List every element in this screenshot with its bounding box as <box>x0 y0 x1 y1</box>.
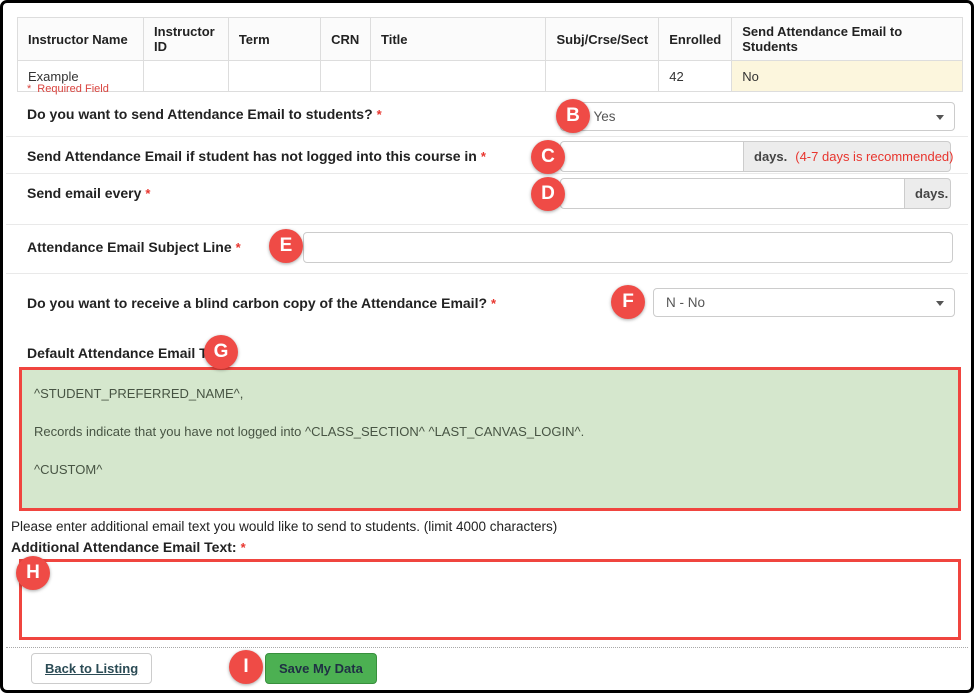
required-asterisk: * <box>481 149 486 164</box>
default-email-text-label: Default Attendance Email Text: <box>27 345 232 361</box>
not-logged-in-days-addon: days. (4-7 days is recommended) <box>744 141 951 172</box>
annotation-marker-g: G <box>204 335 238 369</box>
annotation-marker-e: E <box>269 229 303 263</box>
send-email-select[interactable]: Y - Yes <box>560 102 955 131</box>
cell-send-attendance-email: No <box>732 61 963 92</box>
attendance-email-settings-page: Instructor Name Instructor ID Term CRN T… <box>0 0 974 693</box>
cell-instructor-id <box>144 61 229 92</box>
back-to-listing-button[interactable]: Back to Listing <box>31 653 152 684</box>
divider <box>6 224 968 225</box>
cell-enrolled: 42 <box>659 61 732 92</box>
cell-crn <box>321 61 371 92</box>
divider <box>6 136 968 137</box>
chevron-down-icon <box>936 301 944 306</box>
table-row: Example 42 No <box>18 61 963 92</box>
default-email-text-box: ^STUDENT_PREFERRED_NAME^, Records indica… <box>19 367 961 511</box>
required-asterisk: * <box>491 296 496 311</box>
column-header-term: Term <box>228 18 320 61</box>
additional-text-help: Please enter additional email text you w… <box>11 519 557 534</box>
chevron-down-icon <box>936 115 944 120</box>
column-header-enrolled: Enrolled <box>659 18 732 61</box>
days-recommendation-hint: (4-7 days is recommended) <box>795 149 953 164</box>
bcc-question-label: Do you want to receive a blind carbon co… <box>27 295 496 311</box>
days-unit-label: days. <box>915 186 948 201</box>
send-every-label: Send email every* <box>27 185 150 201</box>
required-asterisk: * <box>236 240 241 255</box>
required-asterisk: * <box>377 107 382 122</box>
column-header-send-attendance-email: Send Attendance Email to Students <box>732 18 963 61</box>
required-asterisk: * <box>241 540 246 555</box>
column-header-crn: CRN <box>321 18 371 61</box>
bcc-select-value: N - No <box>666 295 705 310</box>
days-unit-label: days. <box>754 149 787 164</box>
additional-email-text-label: Additional Attendance Email Text:* <box>11 539 246 555</box>
cell-subj-crse-sect <box>546 61 659 92</box>
annotation-marker-h: H <box>16 556 50 590</box>
bcc-select[interactable]: N - No <box>653 288 955 317</box>
not-logged-in-label: Send Attendance Email if student has not… <box>27 148 486 164</box>
column-header-title: Title <box>371 18 546 61</box>
annotation-marker-b: B <box>556 99 590 133</box>
send-every-days-input[interactable] <box>560 178 905 209</box>
save-my-data-button[interactable]: Save My Data <box>265 653 377 684</box>
cell-title <box>371 61 546 92</box>
divider <box>6 647 968 648</box>
send-every-days-addon: days. <box>905 178 951 209</box>
column-header-instructor-name: Instructor Name <box>18 18 144 61</box>
required-asterisk: * <box>27 83 31 95</box>
annotation-marker-c: C <box>531 140 565 174</box>
column-header-subj-crse-sect: Subj/Crse/Sect <box>546 18 659 61</box>
column-header-instructor-id: Instructor ID <box>144 18 229 61</box>
annotation-marker-i: I <box>229 650 263 684</box>
not-logged-in-days-input[interactable] <box>560 141 744 172</box>
subject-line-label: Attendance Email Subject Line* <box>27 239 241 255</box>
table-header-row: Instructor Name Instructor ID Term CRN T… <box>18 18 963 61</box>
course-info-table: Instructor Name Instructor ID Term CRN T… <box>17 17 963 92</box>
divider <box>6 173 968 174</box>
annotation-marker-f: F <box>611 285 645 319</box>
cell-term <box>228 61 320 92</box>
additional-email-textarea[interactable] <box>19 559 961 640</box>
required-field-note: *Required Field <box>27 83 109 95</box>
required-asterisk: * <box>145 186 150 201</box>
annotation-marker-d: D <box>531 177 565 211</box>
send-email-question-label: Do you want to send Attendance Email to … <box>27 106 382 122</box>
subject-line-input[interactable] <box>303 232 953 263</box>
divider <box>6 273 968 274</box>
